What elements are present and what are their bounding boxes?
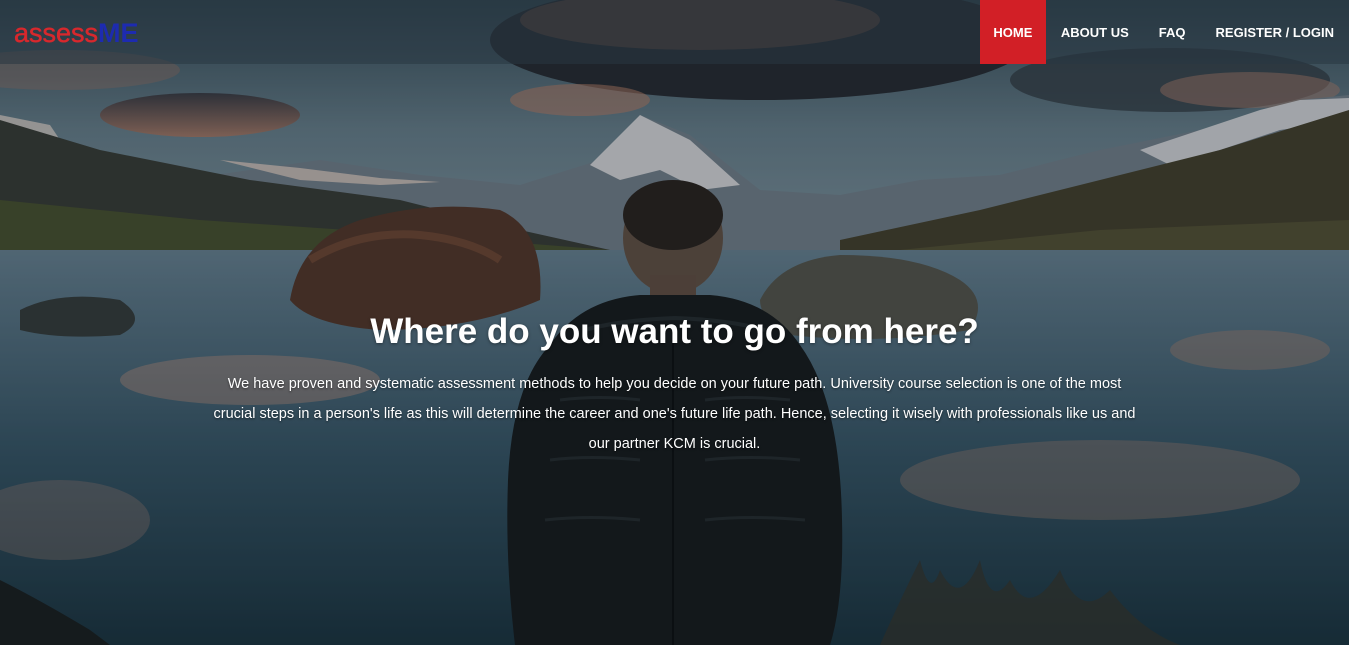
main-nav: HOME ABOUT US FAQ REGISTER / LOGIN bbox=[979, 0, 1349, 64]
nav-item-about-us[interactable]: ABOUT US bbox=[1046, 0, 1144, 64]
nav-item-faq[interactable]: FAQ bbox=[1144, 0, 1201, 64]
nav-item-register-login[interactable]: REGISTER / LOGIN bbox=[1201, 0, 1349, 64]
nav-item-home[interactable]: HOME bbox=[979, 0, 1046, 64]
hero-headline: Where do you want to go from here? bbox=[370, 312, 979, 351]
logo-text-assess: assess bbox=[14, 18, 99, 49]
hero-intro-text: We have proven and systematic assessment… bbox=[213, 376, 1136, 452]
logo-text-me: ME bbox=[98, 18, 139, 48]
navbar: assessME HOME ABOUT US FAQ REGISTER / LO… bbox=[0, 0, 1349, 64]
brand-logo[interactable]: assessME bbox=[14, 18, 139, 49]
